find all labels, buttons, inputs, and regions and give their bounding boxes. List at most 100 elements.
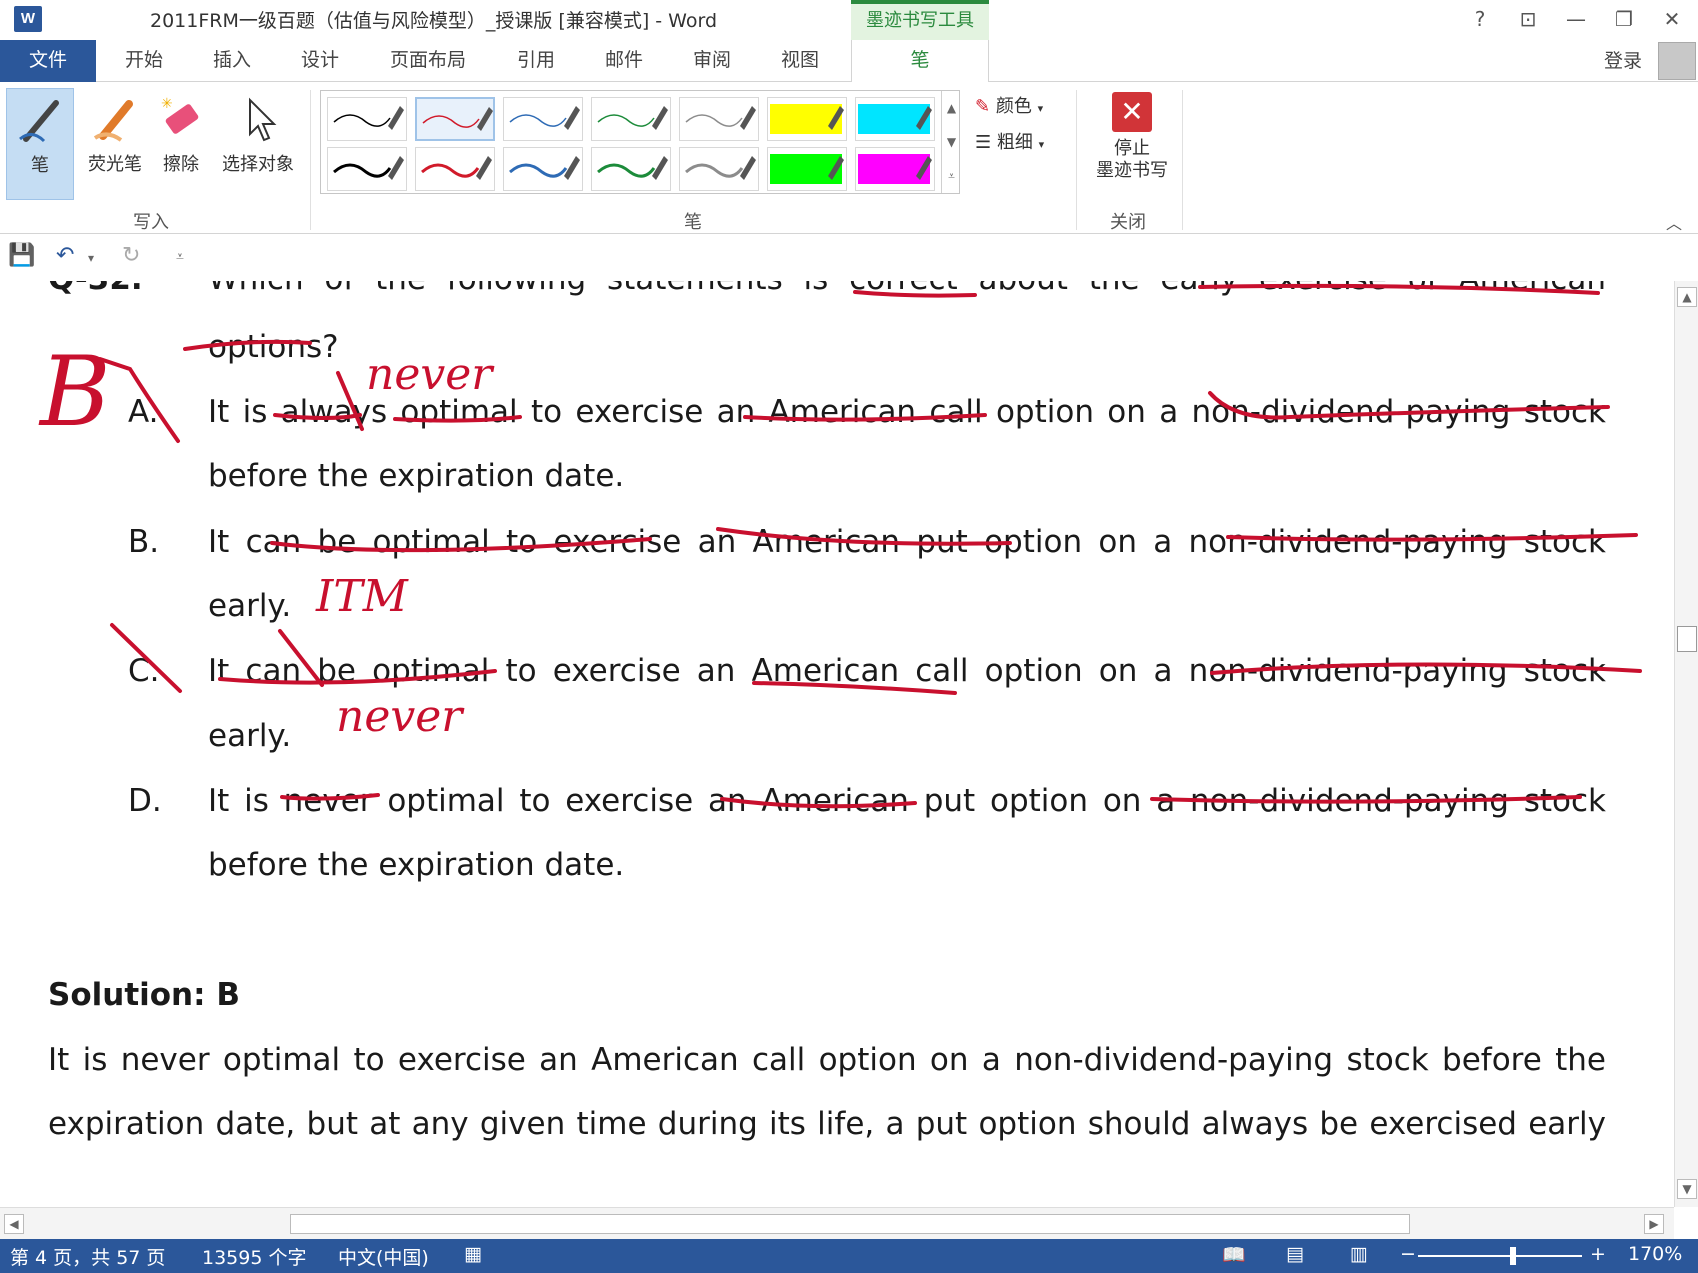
gallery-scroll-down-icon[interactable]: ▼ bbox=[941, 125, 961, 159]
zoom-slider[interactable] bbox=[1418, 1255, 1582, 1257]
pen-tool-label: 笔 bbox=[31, 155, 49, 176]
gallery-scroll-up-icon[interactable]: ▲ bbox=[941, 91, 961, 125]
tab-home[interactable]: 开始 bbox=[108, 40, 180, 82]
pen-swatch[interactable] bbox=[591, 97, 671, 141]
chevron-down-icon: ▾ bbox=[1037, 102, 1044, 115]
tab-mailings[interactable]: 邮件 bbox=[588, 40, 660, 82]
solution-line-1: It is never optimal to exercise an Ameri… bbox=[48, 1042, 1606, 1078]
ink-note-itm: ITM bbox=[315, 571, 409, 622]
horizontal-scrollbar[interactable]: ◀ ▶ bbox=[0, 1207, 1674, 1239]
read-mode-icon[interactable]: 📖 bbox=[1222, 1243, 1246, 1266]
pen-swatch-icon bbox=[685, 156, 756, 180]
pen-swatch[interactable] bbox=[855, 97, 935, 141]
close-button[interactable]: ✕ bbox=[1652, 4, 1692, 34]
scroll-down-icon[interactable]: ▼ bbox=[1677, 1179, 1697, 1199]
macro-record-icon[interactable]: ▦ bbox=[464, 1243, 482, 1265]
document-page[interactable]: Q-32. Which of the following statements … bbox=[0, 281, 1674, 1207]
ribbon-tabs: 文件 开始 插入 设计 页面布局 引用 邮件 审阅 视图 笔 登录 bbox=[0, 40, 1698, 83]
pen-thickness-label: 粗细 bbox=[996, 132, 1033, 153]
solution-line-2: expiration date, but at any given time d… bbox=[48, 1106, 1606, 1142]
scroll-left-icon[interactable]: ◀ bbox=[4, 1214, 24, 1234]
zoom-slider-thumb[interactable] bbox=[1510, 1247, 1516, 1265]
collapse-ribbon-icon[interactable]: ︿ bbox=[1666, 210, 1682, 234]
eraser-icon: ✳ bbox=[161, 96, 199, 134]
option-b-line-1: It can be optimal to exercise an America… bbox=[208, 524, 1606, 560]
pen-swatch[interactable] bbox=[415, 147, 495, 191]
scroll-right-icon[interactable]: ▶ bbox=[1644, 1214, 1664, 1234]
highlighter-tool-button[interactable]: 荧光笔 bbox=[78, 88, 152, 196]
question-text-line-1: Which of the following statements is cor… bbox=[208, 281, 1606, 297]
pen-swatch-icon bbox=[422, 107, 493, 131]
highlighter-icon bbox=[93, 100, 133, 142]
ink-tools-contextual-label: 墨迹书写工具 bbox=[851, 0, 989, 40]
group-divider bbox=[310, 90, 311, 230]
pen-swatch[interactable] bbox=[591, 147, 671, 191]
scroll-up-icon[interactable]: ▲ bbox=[1677, 287, 1697, 307]
ribbon-pen: 笔 荧光笔 ✳ 擦除 选择对象 写入 ▲ ▼ ⩡ 笔 ✎ 颜色 ▾ ☰ 粗细 ▾… bbox=[0, 82, 1698, 234]
pen-color-dropdown[interactable]: ✎ 颜色 ▾ bbox=[975, 92, 1043, 118]
status-bar: 第 4 页，共 57 页 13595 个字 中文(中国) ▦ 📖 ▤ ▥ − +… bbox=[0, 1239, 1698, 1273]
word-logo-icon[interactable]: W bbox=[14, 6, 42, 32]
tab-review[interactable]: 审阅 bbox=[676, 40, 748, 82]
pen-swatch[interactable] bbox=[503, 147, 583, 191]
print-layout-icon[interactable]: ▤ bbox=[1286, 1243, 1304, 1265]
pen-swatch-icon bbox=[333, 156, 404, 180]
pen-swatch[interactable] bbox=[679, 97, 759, 141]
web-layout-icon[interactable]: ▥ bbox=[1350, 1243, 1368, 1265]
stop-inking-button[interactable]: ✕ 停止 墨迹书写 bbox=[1082, 88, 1182, 198]
pen-swatch-icon bbox=[858, 104, 932, 134]
tab-pen[interactable]: 笔 bbox=[851, 40, 989, 83]
customize-qat-icon[interactable]: ⩡ bbox=[176, 249, 184, 279]
select-objects-button[interactable]: 选择对象 bbox=[214, 88, 302, 196]
save-icon[interactable]: 💾 bbox=[8, 243, 35, 273]
undo-icon[interactable]: ↶ bbox=[56, 243, 74, 273]
close-group-label: 关闭 bbox=[1110, 212, 1146, 233]
chevron-down-icon[interactable]: ▾ bbox=[88, 251, 94, 281]
minimize-button[interactable]: — bbox=[1556, 4, 1596, 34]
pen-swatch[interactable] bbox=[767, 97, 847, 141]
question-text-line-2: options? bbox=[208, 329, 339, 365]
option-a-line-1: It is always optimal to exercise an Amer… bbox=[208, 394, 1606, 430]
vertical-scroll-thumb[interactable] bbox=[1677, 626, 1697, 652]
avatar[interactable] bbox=[1658, 42, 1696, 80]
zoom-out-icon[interactable]: − bbox=[1400, 1243, 1416, 1265]
tab-page-layout[interactable]: 页面布局 bbox=[378, 40, 478, 82]
gallery-expand-icon[interactable]: ⩡ bbox=[941, 159, 961, 193]
restore-button[interactable]: ❐ bbox=[1604, 4, 1644, 34]
page-count[interactable]: 第 4 页，共 57 页 bbox=[10, 1243, 165, 1270]
title-bar: W 2011FRM一级百题（估值与风险模型）_授课版 [兼容模式] - Word… bbox=[0, 0, 1698, 40]
pen-swatch[interactable] bbox=[855, 147, 935, 191]
tab-design[interactable]: 设计 bbox=[284, 40, 356, 82]
tab-view[interactable]: 视图 bbox=[764, 40, 836, 82]
tab-insert[interactable]: 插入 bbox=[196, 40, 268, 82]
horizontal-scroll-thumb[interactable] bbox=[290, 1214, 1410, 1234]
redo-icon[interactable]: ↻ bbox=[122, 243, 140, 273]
pen-swatch[interactable] bbox=[415, 97, 495, 141]
help-icon[interactable]: ? bbox=[1460, 4, 1500, 34]
language-indicator[interactable]: 中文(中国) bbox=[338, 1243, 429, 1270]
eraser-tool-button[interactable]: ✳ 擦除 bbox=[152, 88, 210, 196]
option-c-line-1: It can be optimal to exercise an America… bbox=[208, 653, 1606, 689]
pen-thickness-dropdown[interactable]: ☰ 粗细 ▾ bbox=[975, 128, 1044, 154]
tab-references[interactable]: 引用 bbox=[500, 40, 572, 82]
quick-access-toolbar: 💾 ↶ ▾ ↻ ⩡ bbox=[0, 235, 1698, 281]
pen-swatch[interactable] bbox=[327, 97, 407, 141]
tab-file[interactable]: 文件 bbox=[0, 40, 96, 82]
zoom-level[interactable]: 170% bbox=[1628, 1243, 1682, 1265]
ink-answer-mark: B bbox=[38, 336, 111, 448]
select-objects-label: 选择对象 bbox=[222, 154, 294, 175]
sign-in-link[interactable]: 登录 bbox=[1604, 46, 1642, 73]
vertical-scrollbar[interactable]: ▲ ▼ bbox=[1674, 281, 1698, 1207]
pen-swatch[interactable] bbox=[503, 97, 583, 141]
eraser-tool-label: 擦除 bbox=[163, 154, 199, 175]
ribbon-display-icon[interactable]: ⊡ bbox=[1508, 4, 1548, 34]
pen-swatch[interactable] bbox=[767, 147, 847, 191]
word-count[interactable]: 13595 个字 bbox=[202, 1243, 306, 1270]
pen-tool-button[interactable]: 笔 bbox=[6, 88, 74, 200]
zoom-in-icon[interactable]: + bbox=[1590, 1243, 1606, 1265]
word-window: W 2011FRM一级百题（估值与风险模型）_授课版 [兼容模式] - Word… bbox=[0, 0, 1698, 1273]
option-d-letter: D. bbox=[128, 783, 162, 819]
pen-swatch[interactable] bbox=[679, 147, 759, 191]
pen-swatch-icon bbox=[770, 154, 844, 184]
pen-swatch[interactable] bbox=[327, 147, 407, 191]
